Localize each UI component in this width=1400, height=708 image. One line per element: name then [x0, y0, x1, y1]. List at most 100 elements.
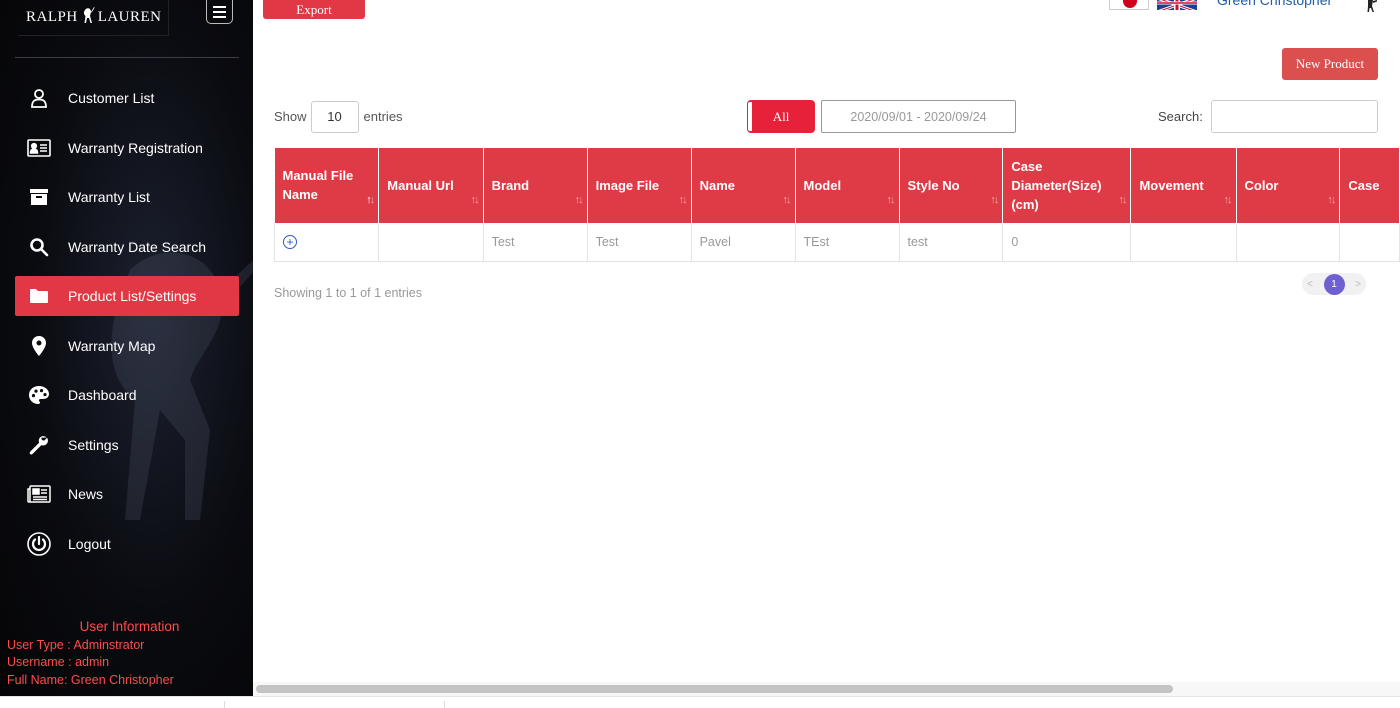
column-header-case[interactable]: Case	[1339, 148, 1400, 223]
search-label: Search:	[1158, 109, 1203, 124]
sidebar: RALPH LAUREN Customer List Warranty Regis…	[0, 0, 253, 696]
previous-page-button[interactable]: <	[1307, 279, 1313, 290]
next-page-button[interactable]: >	[1355, 279, 1361, 290]
column-header-color[interactable]: Color ↑↓	[1236, 148, 1341, 223]
date-range-picker[interactable]: 2020/09/01 - 2020/09/24	[821, 100, 1016, 133]
cell-color	[1235, 222, 1341, 262]
sort-icon: ↑↓	[470, 193, 480, 206]
map-marker-icon	[27, 334, 51, 358]
polo-pony-icon	[83, 7, 95, 23]
username: Username : admin	[7, 655, 110, 669]
sort-icon: ↑↓	[990, 193, 999, 206]
column-header-image-file[interactable]: Image File ↑↓	[587, 148, 692, 223]
expand-row-icon[interactable]: +	[283, 235, 297, 249]
column-header-movement[interactable]: Movement ↑↓	[1130, 148, 1237, 223]
cell-manual-url	[378, 222, 484, 262]
cell-brand: Test	[482, 222, 588, 262]
sidebar-item-warranty-map[interactable]: Warranty Map	[15, 326, 239, 366]
sidebar-item-warranty-date-search[interactable]: Warranty Date Search	[15, 227, 239, 267]
cell-style-no: test	[898, 222, 1004, 262]
user-type: User Type : Adminstrator	[7, 637, 145, 652]
column-header-manual-file-name[interactable]: Manual File Name ↑↓	[274, 148, 380, 223]
column-header-name[interactable]: Name ↑↓	[691, 148, 796, 223]
logo-text-left: RALPH	[26, 9, 78, 25]
user-information-panel: User Information User Type : Adminstrato…	[7, 618, 252, 689]
sort-icon: ↑↓	[886, 193, 896, 206]
pagination: < 1 >	[1302, 273, 1366, 295]
sidebar-item-settings[interactable]: Settings	[15, 425, 239, 465]
sort-icon: ↑↓	[678, 193, 688, 206]
show-label: Show	[274, 109, 307, 124]
sidebar-item-label: Warranty Map	[68, 337, 156, 354]
palette-icon	[27, 383, 51, 407]
sidebar-item-warranty-registration[interactable]: Warranty Registration	[15, 128, 239, 168]
cell-movement	[1130, 222, 1237, 262]
product-table: Manual File Name ↑↓ Manual Url ↑↓ Brand ↑↓ …	[273, 148, 1400, 262]
uk-flag-icon[interactable]	[1157, 0, 1197, 10]
current-user-link[interactable]: Green Christopher	[1217, 0, 1332, 8]
column-header-brand[interactable]: Brand ↑↓	[483, 148, 588, 223]
column-header-model[interactable]: Model ↑↓	[795, 148, 900, 223]
sidebar-item-label: Warranty List	[68, 189, 150, 205]
column-header-manual-url[interactable]: Manual Url ↑↓	[378, 148, 484, 223]
cell-case	[1339, 222, 1400, 262]
export-button[interactable]: Export	[263, 0, 365, 19]
cell-image-file: Test	[586, 222, 692, 262]
sort-icon: ↑↓	[1118, 193, 1127, 206]
entries-select[interactable]: 10	[310, 100, 359, 133]
cell-model: TEst	[794, 222, 900, 262]
sidebar-item-label: News	[68, 486, 104, 502]
wrench-icon	[27, 433, 51, 457]
newspaper-icon	[27, 482, 51, 506]
column-header-style-no[interactable]: Style No ↑↓	[899, 148, 1004, 223]
entries-length-control: Show 10 entries	[274, 100, 403, 133]
sidebar-item-label: Dashboard	[68, 387, 137, 403]
archive-icon	[27, 185, 51, 209]
logo-text-right: LAUREN	[97, 9, 162, 25]
user-icon	[27, 86, 51, 110]
sidebar-item-label: Customer List	[68, 90, 155, 106]
full-name: Full Name: Green Christopher	[7, 672, 174, 687]
user-information-header: User Information	[79, 619, 180, 634]
sidebar-item-warranty-list[interactable]: Warranty List	[15, 177, 239, 217]
all-filter-button[interactable]: All	[747, 100, 815, 133]
id-card-icon	[27, 136, 51, 160]
sidebar-item-logout[interactable]: Logout	[15, 524, 239, 564]
cell-manual-file-name: +	[273, 222, 380, 262]
sort-icon: ↑↓	[1223, 193, 1233, 206]
bottom-bar	[0, 696, 1400, 708]
main-content: Export Green Christopher New Product Sho…	[253, 0, 1400, 696]
search-input[interactable]	[1211, 100, 1378, 133]
sort-icon: ↑↓	[1327, 193, 1336, 206]
scrollbar-thumb[interactable]	[256, 685, 1173, 693]
hamburger-icon	[213, 5, 226, 8]
entries-label: entries	[363, 109, 403, 124]
sidebar-item-label: Warranty Date Search	[68, 238, 206, 255]
search-icon	[27, 235, 51, 259]
sort-icon: ↑↓	[782, 193, 792, 206]
sidebar-item-label: Logout	[68, 535, 111, 552]
table-info: Showing 1 to 1 of 1 entries	[274, 286, 423, 300]
sidebar-item-label: Settings	[68, 436, 119, 453]
sidebar-item-customer-list[interactable]: Customer List	[15, 78, 239, 118]
horizontal-scrollbar[interactable]	[253, 682, 1400, 696]
table-header-row: Manual File Name ↑↓ Manual Url ↑↓ Brand ↑↓ …	[274, 148, 1400, 223]
sidebar-divider	[15, 57, 239, 58]
brand-logo: RALPH LAUREN	[18, 0, 169, 36]
page-button-1[interactable]: 1	[1323, 273, 1345, 295]
cell-case-diameter: 0	[1002, 222, 1132, 262]
japan-flag-icon[interactable]	[1109, 0, 1149, 10]
sidebar-item-dashboard[interactable]: Dashboard	[15, 375, 239, 415]
polo-pony-icon	[1367, 0, 1377, 12]
table-row: + Test Test Pavel TEst test 0	[273, 222, 1400, 262]
folder-icon	[27, 284, 51, 308]
sort-icon: ↑↓	[366, 193, 375, 206]
new-product-button[interactable]: New Product	[1282, 48, 1378, 80]
sidebar-nav: Customer List Warranty Registration Warr…	[15, 78, 239, 573]
sidebar-item-label: Warranty Registration	[68, 139, 203, 156]
sidebar-item-product-list-settings[interactable]: Product List/Settings	[15, 276, 239, 316]
sidebar-item-news[interactable]: News	[15, 474, 239, 514]
cell-name: Pavel	[690, 222, 796, 262]
menu-toggle-button[interactable]	[206, 0, 233, 24]
column-header-case-diameter[interactable]: Case Diameter(Size) (cm) ↑↓	[1002, 148, 1132, 223]
